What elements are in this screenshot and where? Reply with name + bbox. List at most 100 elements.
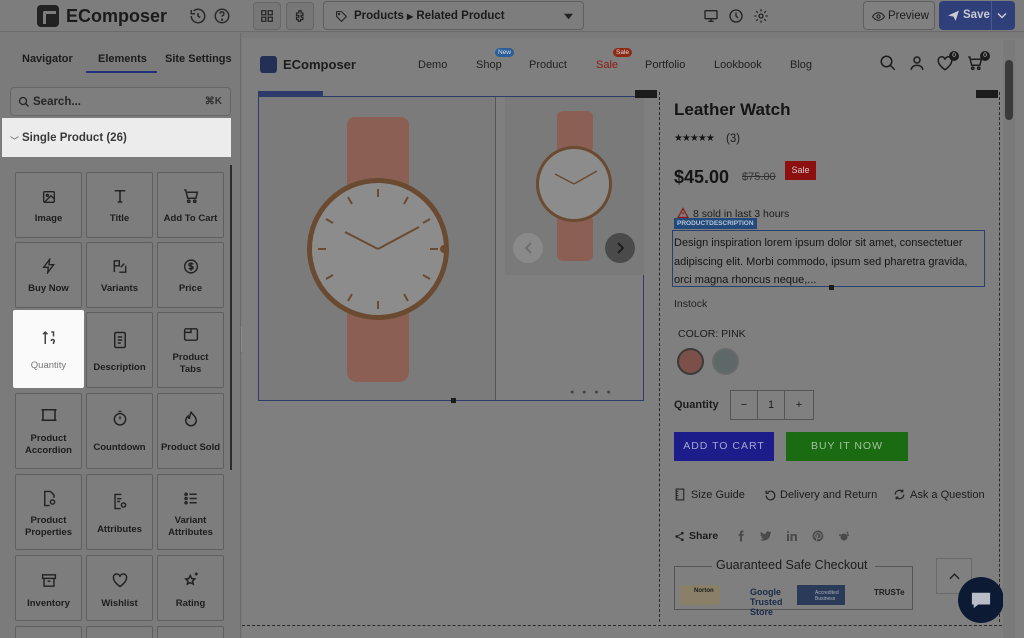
product-title[interactable]: Leather Watch	[674, 100, 791, 120]
document-icon	[112, 331, 128, 349]
timer-icon	[111, 410, 128, 427]
product-main-image[interactable]	[259, 97, 496, 400]
product-price[interactable]: $45.00	[674, 167, 729, 188]
preview-button[interactable]: Preview	[863, 1, 935, 30]
tag-icon	[336, 11, 348, 23]
nav-lookbook[interactable]: Lookbook	[714, 59, 762, 71]
preview-label: Preview	[888, 10, 929, 22]
tile-label: Price	[178, 283, 203, 294]
element-tile-countdown[interactable]: Countdown	[86, 393, 153, 469]
element-tile-description[interactable]: Description	[86, 312, 153, 388]
review-count[interactable]: (3)	[726, 133, 740, 145]
element-tile-variant-attributes[interactable]: Variant Attributes	[157, 474, 224, 550]
element-tile-partial[interactable]	[157, 626, 224, 638]
nav-product[interactable]: Product	[529, 59, 567, 71]
ask-question-link[interactable]: Ask a Question	[910, 489, 985, 501]
save-button[interactable]: Save	[939, 1, 1015, 30]
element-tile-title[interactable]: Title	[86, 172, 153, 238]
eye-icon	[872, 12, 885, 21]
element-tile-product-accordion[interactable]: Product Accordion	[15, 393, 82, 469]
gallery-dots[interactable]: ● ● ● ●	[570, 389, 614, 396]
search-icon	[18, 96, 29, 107]
element-tile-product-tabs[interactable]: Product Tabs	[157, 312, 224, 388]
nav-portfolio[interactable]: Portfolio	[645, 59, 685, 71]
tab-navigator[interactable]: Navigator	[22, 53, 73, 65]
canvas-scrollbar[interactable]	[1003, 40, 1015, 638]
delivery-return-link[interactable]: Delivery and Return	[780, 489, 877, 501]
element-tile-add-to-cart[interactable]: Add To Cart	[157, 172, 224, 238]
pinterest-icon[interactable]	[812, 530, 824, 542]
grid-layout-button[interactable]	[253, 2, 281, 30]
section-guide	[242, 625, 1002, 626]
linkedin-icon[interactable]	[786, 530, 798, 542]
share-label: Share	[689, 530, 719, 542]
element-tile-buy-now[interactable]: Buy Now	[15, 242, 82, 308]
tile-label: Variant Attributes	[168, 515, 213, 538]
element-tile-image[interactable]: Image	[15, 172, 82, 238]
rating-stars[interactable]: ★★★★★	[674, 133, 715, 144]
heart-icon	[111, 572, 129, 588]
search-icon[interactable]	[879, 54, 897, 72]
help-icon[interactable]	[213, 7, 231, 25]
lightning-icon	[41, 258, 57, 274]
element-tile-quantity[interactable]: Quantity	[13, 310, 84, 388]
size-guide-link[interactable]: Size Guide	[691, 489, 745, 501]
extensions-button[interactable]	[286, 2, 314, 30]
user-icon[interactable]	[908, 54, 926, 72]
resize-handle[interactable]	[829, 285, 834, 290]
reddit-icon[interactable]	[838, 530, 850, 542]
nav-shop[interactable]: Shop	[476, 59, 502, 71]
category-label: Single Product (26)	[22, 132, 127, 144]
element-tile-product-sold[interactable]: Product Sold	[157, 393, 224, 469]
history-icon[interactable]	[189, 7, 207, 25]
gallery-next-button[interactable]	[605, 233, 635, 263]
caret-down-icon	[564, 13, 573, 20]
quantity-increase-button[interactable]: +	[784, 390, 814, 420]
save-options-chevron-icon[interactable]	[997, 12, 1007, 19]
element-tile-wishlist[interactable]: Wishlist	[86, 555, 153, 621]
clock-icon[interactable]	[728, 8, 744, 24]
product-description[interactable]: Design inspiration lorem ipsum dolor sit…	[674, 234, 984, 290]
resize-handle[interactable]	[451, 398, 456, 403]
twitter-icon[interactable]	[760, 530, 772, 542]
site-brand[interactable]: EComposer	[283, 57, 356, 72]
active-tab-indicator	[86, 71, 157, 73]
add-to-cart-button[interactable]: ADD TO CART	[674, 432, 774, 461]
facebook-icon[interactable]	[735, 530, 747, 542]
chat-button[interactable]	[958, 577, 1004, 623]
element-tile-product-properties[interactable]: Product Properties	[15, 474, 82, 550]
tile-label: Rating	[175, 598, 206, 609]
gallery-prev-button[interactable]	[513, 233, 543, 263]
tile-label: Add To Cart	[163, 213, 218, 224]
element-tile-price[interactable]: Price	[157, 242, 224, 308]
element-tile-variants[interactable]: Variants	[86, 242, 153, 308]
elements-scrollbar[interactable]	[230, 165, 232, 470]
nav-demo[interactable]: Demo	[418, 59, 447, 71]
swatch-pink[interactable]	[677, 348, 704, 375]
buy-now-button[interactable]: BUY IT NOW	[786, 432, 908, 461]
save-label: Save	[963, 9, 990, 21]
quantity-decrease-button[interactable]: −	[730, 390, 758, 420]
wishlist-count-badge: 0	[949, 51, 959, 61]
settings-gear-icon[interactable]	[753, 8, 769, 24]
quantity-input[interactable]: 1	[757, 390, 785, 420]
ruler-icon	[674, 488, 687, 501]
page-selector-dropdown[interactable]: Products ▶ Related Product	[323, 1, 584, 30]
tab-site-settings[interactable]: Site Settings	[165, 53, 232, 65]
desktop-icon[interactable]	[703, 8, 719, 24]
element-tile-attributes[interactable]: Attributes	[86, 474, 153, 550]
tabs-icon	[182, 326, 199, 343]
category-single-product[interactable]: ﹀ Single Product (26)	[2, 118, 231, 157]
element-tile-partial[interactable]	[86, 626, 153, 638]
inventory-icon	[40, 572, 57, 589]
element-tile-inventory[interactable]: Inventory	[15, 555, 82, 621]
nav-sale[interactable]: Sale	[596, 59, 618, 71]
nav-blog[interactable]: Blog	[790, 59, 812, 71]
description-element-tag[interactable]: PRODUCTDESCRIPTION	[674, 218, 757, 229]
element-tile-rating[interactable]: Rating	[157, 555, 224, 621]
tab-elements[interactable]: Elements	[98, 53, 147, 65]
canvas-scrollbar-thumb[interactable]	[1005, 60, 1013, 120]
swatch-gray[interactable]	[712, 348, 739, 375]
elements-search-input[interactable]: Search... ⌘K	[10, 87, 231, 116]
element-tile-partial[interactable]	[15, 626, 82, 638]
